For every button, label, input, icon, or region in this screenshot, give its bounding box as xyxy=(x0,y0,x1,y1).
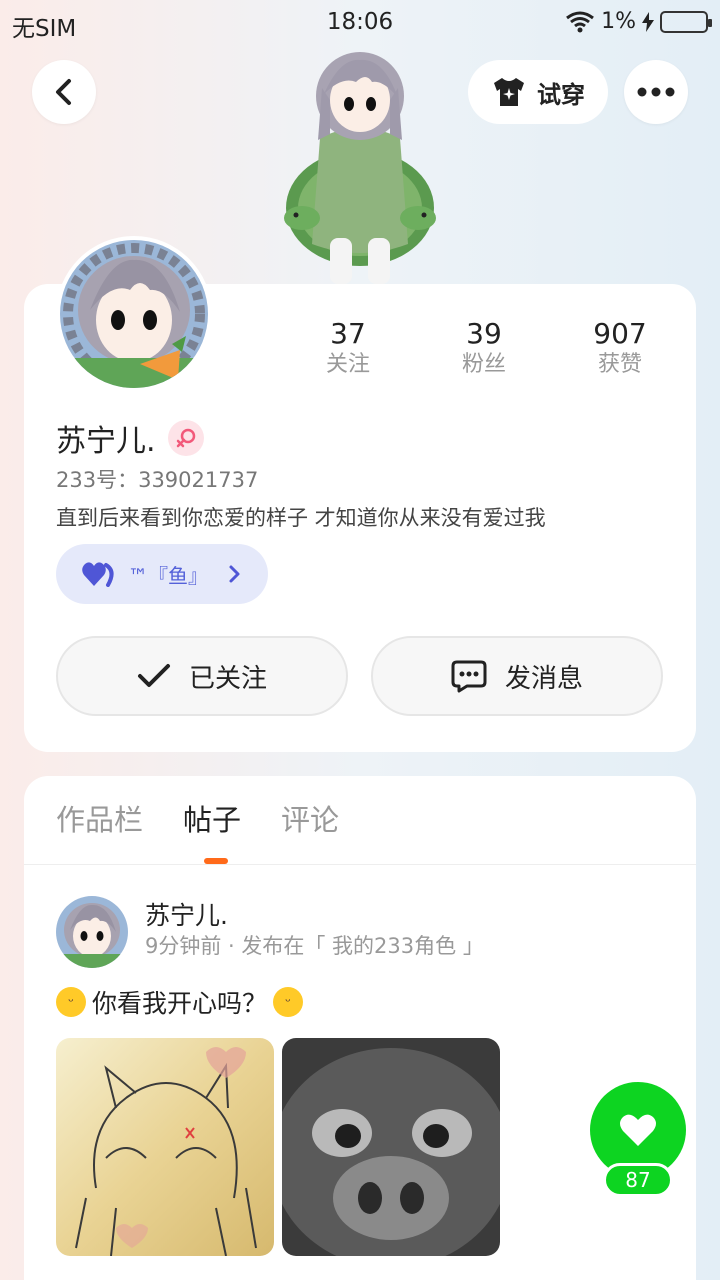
stat-label: 获赞 xyxy=(597,352,642,377)
status-bar: 无SIM 18:06 1% xyxy=(0,0,720,46)
tab-posts[interactable]: 帖子 xyxy=(183,800,241,840)
more-button[interactable] xyxy=(624,60,688,124)
user-id: 233号：339021737 xyxy=(56,468,259,492)
check-icon xyxy=(137,664,170,687)
post-body: 你看我开心吗？ xyxy=(92,989,268,1018)
stat-value: 39 xyxy=(466,317,502,350)
stat-label: 粉丝 xyxy=(461,352,506,377)
chevron-right-icon xyxy=(229,565,240,583)
status-icons: 1% xyxy=(565,9,712,34)
stat-value: 907 xyxy=(593,317,647,350)
stat-value: 37 xyxy=(330,317,366,350)
tab-works[interactable]: 作品栏 xyxy=(56,800,143,840)
tab-comments[interactable]: 评论 xyxy=(281,800,339,840)
back-button[interactable] xyxy=(32,60,96,124)
avatar[interactable] xyxy=(56,236,212,392)
upside-down-face-icon: ᵕ xyxy=(56,987,86,1017)
bio: 直到后来看到你恋爱的样子 才知道你从来没有爱过我 xyxy=(56,506,546,530)
post-author-avatar[interactable] xyxy=(56,896,128,968)
following-button[interactable]: 已关注 xyxy=(56,636,348,716)
post-text: ᵕ 你看我开心吗？ ᵕ xyxy=(56,984,304,1020)
chat-bubble-icon xyxy=(451,660,487,693)
gender-badge xyxy=(167,420,204,456)
tag-label: ™『鱼』 xyxy=(128,563,208,588)
stat-likes[interactable]: 907 获赞 xyxy=(552,318,688,380)
battery-icon xyxy=(660,10,712,33)
female-icon xyxy=(176,428,195,448)
avatar-image xyxy=(56,896,128,968)
post-image[interactable] xyxy=(282,1038,500,1256)
stat-following[interactable]: 37 关注 xyxy=(280,318,416,380)
message-label: 发消息 xyxy=(504,663,583,694)
relationship-tag[interactable]: ™『鱼』 xyxy=(56,544,268,604)
tab-divider xyxy=(24,864,696,865)
charging-icon xyxy=(642,11,654,32)
post-author-name[interactable]: 苏宁儿. xyxy=(145,896,228,932)
profile-stats: 37 关注 39 粉丝 907 获赞 xyxy=(280,318,688,380)
following-label: 已关注 xyxy=(188,663,267,694)
post-meta: 9分钟前 · 发布在「 我的233角色 」 xyxy=(145,934,484,958)
smile-face-icon: ᵕ xyxy=(273,987,304,1017)
stat-label: 关注 xyxy=(325,352,370,377)
content-tabs: 作品栏 帖子 评论 xyxy=(56,800,339,840)
battery-percent: 1% xyxy=(601,9,636,34)
try-on-label: 试穿 xyxy=(537,80,585,109)
sketch-drawing-image xyxy=(56,1038,274,1256)
heart-icon xyxy=(620,1114,656,1146)
profile-name: 苏宁儿. xyxy=(56,424,156,459)
heart-icon xyxy=(82,562,114,587)
name-row: 苏宁儿. xyxy=(56,416,204,460)
wifi-icon xyxy=(566,11,595,32)
avatar-image xyxy=(60,240,208,388)
try-on-button[interactable]: 试穿 xyxy=(468,60,608,124)
stat-followers[interactable]: 39 粉丝 xyxy=(416,318,552,380)
pig-face-image xyxy=(282,1038,500,1256)
avatar-character-figure xyxy=(284,52,436,284)
shirt-sparkle-icon xyxy=(494,78,524,106)
chevron-left-icon xyxy=(56,79,71,105)
more-dots-icon xyxy=(637,87,675,97)
message-button[interactable]: 发消息 xyxy=(371,636,663,716)
like-count: 87 xyxy=(603,1163,673,1197)
post-image[interactable] xyxy=(56,1038,274,1256)
